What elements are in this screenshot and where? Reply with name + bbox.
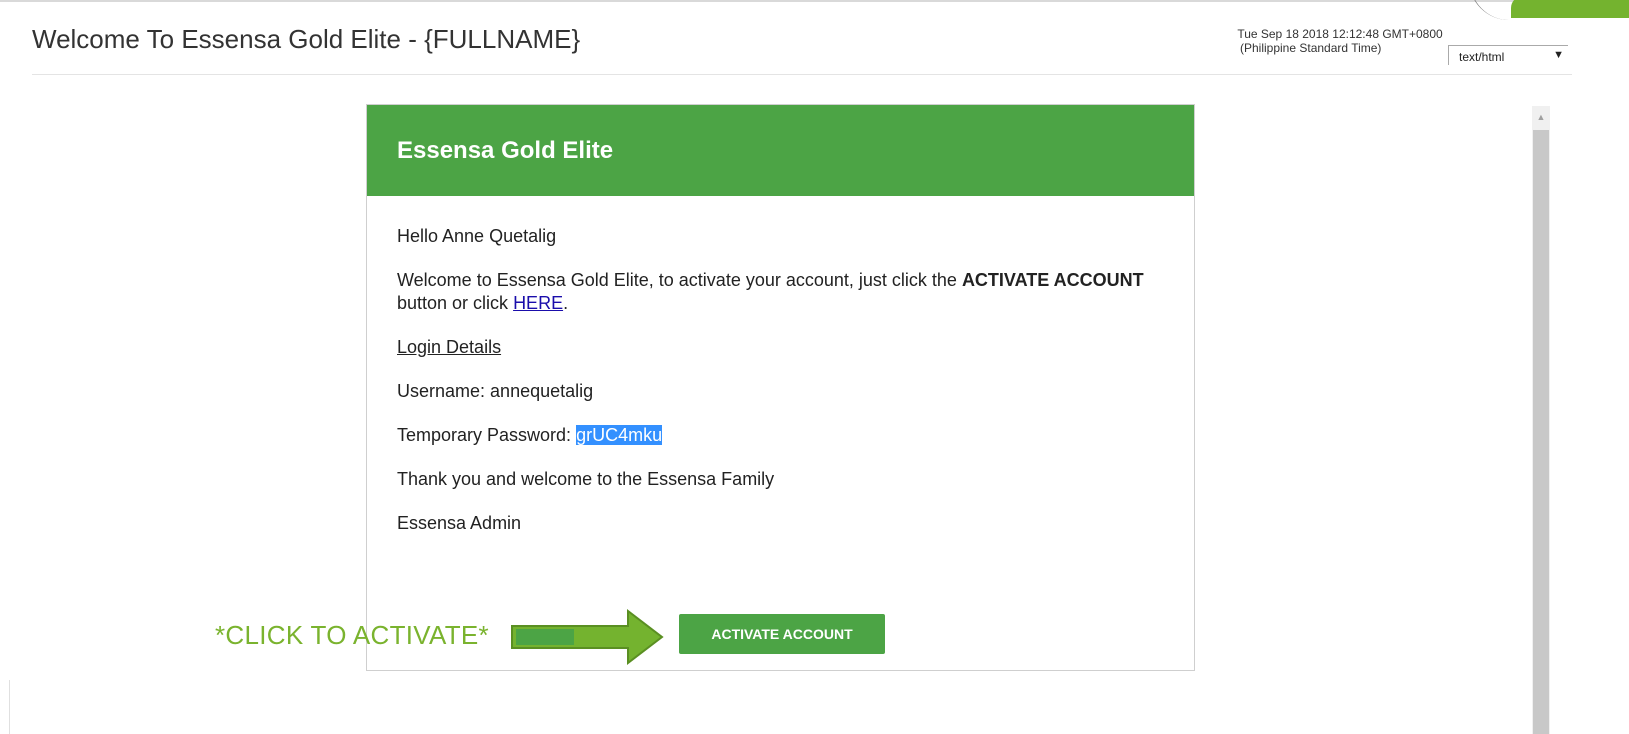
username-line: Username: annequetalig: [397, 380, 1177, 403]
chevron-down-icon: ▼: [1553, 49, 1564, 61]
activate-account-button[interactable]: ACTIVATE ACCOUNT: [679, 614, 885, 654]
greeting: Hello Anne Quetalig: [397, 226, 557, 246]
username-label: Username:: [397, 381, 491, 401]
here-link[interactable]: HERE: [513, 293, 563, 313]
password-label: Temporary Password:: [397, 425, 577, 445]
card-header-title: Essensa Gold Elite: [397, 137, 614, 164]
right-arrow-icon: [511, 608, 664, 666]
corner-decoration: [1469, 0, 1629, 20]
click-to-activate-annotation: *CLICK TO ACTIVATE*: [215, 620, 489, 650]
email-viewer: Welcome To Essensa Gold Elite - {FULLNAM…: [0, 0, 1629, 734]
welcome-paragraph: Welcome to Essensa Gold Elite, to activa…: [397, 269, 1177, 315]
vertical-scrollbar[interactable]: ▲: [1532, 106, 1550, 734]
email-card: Essensa Gold Elite Hello Anne Quetalig W…: [366, 104, 1195, 671]
login-details-heading: Login Details: [397, 337, 502, 357]
thanks-line: Thank you and welcome to the Essensa Fam…: [397, 469, 775, 489]
corner-green-tab: [1511, 0, 1629, 18]
password-line: Temporary Password: grUC4mku: [397, 424, 1177, 447]
signature: Essensa Admin: [397, 513, 522, 533]
header-divider: [32, 74, 1572, 75]
welcome-text-1: Welcome to Essensa Gold Elite, to activa…: [397, 270, 962, 290]
card-body: Hello Anne Quetalig Welcome to Essensa G…: [397, 225, 1177, 556]
email-date-line2: (Philippine Standard Time): [1240, 41, 1382, 55]
mime-type-value: text/html: [1459, 50, 1505, 64]
left-edge-line: [9, 680, 10, 734]
password-value: grUC4mku: [576, 425, 663, 445]
welcome-end: .: [563, 293, 569, 313]
top-divider: [0, 0, 1629, 8]
welcome-bold: ACTIVATE ACCOUNT: [961, 270, 1144, 290]
email-date-line1: Tue Sep 18 2018 12:12:48 GMT+0800: [1237, 27, 1443, 41]
email-subject: Welcome To Essensa Gold Elite - {FULLNAM…: [32, 24, 581, 54]
email-date: Tue Sep 18 2018 12:12:48 GMT+0800 (Phili…: [1210, 27, 1470, 55]
welcome-text-2: button or click: [397, 293, 514, 313]
mime-type-select[interactable]: text/html ▼: [1448, 45, 1568, 65]
username-value: annequetalig: [490, 381, 594, 401]
card-header: Essensa Gold Elite: [367, 105, 1194, 196]
scrollbar-thumb[interactable]: [1533, 130, 1549, 734]
scroll-up-arrow-icon[interactable]: ▲: [1532, 106, 1550, 128]
